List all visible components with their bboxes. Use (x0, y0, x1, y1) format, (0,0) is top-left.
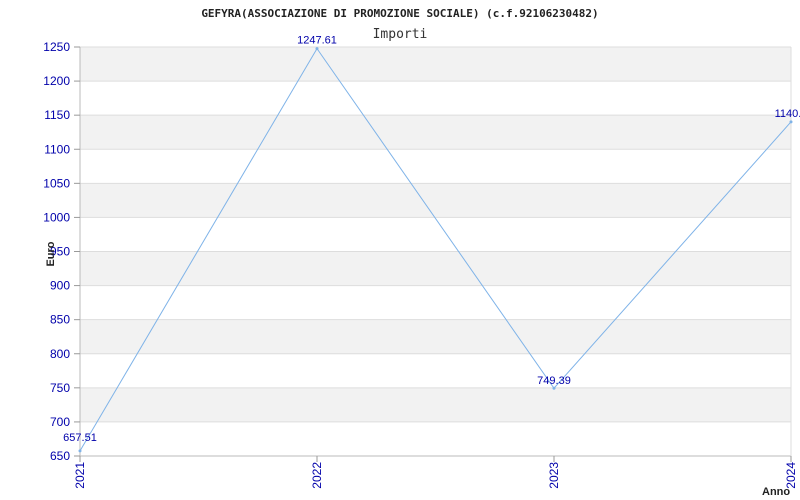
y-axis-label: Euro (45, 241, 57, 266)
grid-band (80, 47, 791, 82)
data-label: 1140.2 (775, 108, 800, 120)
data-label: 657.51 (63, 432, 97, 444)
y-tick-label: 1050 (43, 176, 70, 190)
x-tick-label: 2023 (547, 462, 561, 489)
grid-band (80, 115, 791, 150)
x-axis-label: Anno (762, 486, 790, 498)
chart-subtitle: Importi (373, 27, 428, 42)
y-tick-label: 1100 (44, 142, 70, 156)
y-tick-label: 800 (50, 347, 70, 361)
x-axis-ticks: 2021 2022 2023 2024 (73, 456, 798, 489)
y-tick-label: 750 (50, 381, 70, 395)
grid-band (80, 81, 791, 116)
grid-band (80, 149, 791, 184)
data-point (315, 47, 319, 51)
y-tick-label: 1250 (43, 40, 70, 54)
x-tick-label: 2021 (73, 462, 87, 489)
line-chart: 6507007508008509009501000105011001150120… (43, 7, 800, 498)
grid-band (80, 183, 791, 218)
x-tick-label: 2024 (784, 462, 798, 489)
data-point (789, 120, 793, 124)
chart-title: GEFYRA(ASSOCIAZIONE DI PROMOZIONE SOCIAL… (201, 7, 598, 20)
y-tick-label: 700 (50, 415, 70, 429)
y-tick-label: 1000 (43, 210, 70, 224)
grid-band (80, 387, 791, 422)
grid-band (80, 285, 791, 320)
data-point (78, 449, 82, 453)
grid-band (80, 353, 791, 388)
y-tick-label: 650 (50, 449, 70, 463)
grid-band (80, 251, 791, 286)
data-label: 1247.61 (297, 35, 337, 47)
y-tick-label: 1200 (43, 74, 70, 88)
grid-band (80, 319, 791, 354)
data-label: 749.39 (537, 375, 571, 387)
y-tick-label: 850 (50, 313, 70, 327)
grid-band (80, 217, 791, 252)
x-tick-label: 2022 (310, 462, 324, 489)
grid-band (80, 421, 791, 456)
y-tick-label: 1150 (44, 108, 70, 122)
y-tick-label: 900 (50, 279, 70, 293)
